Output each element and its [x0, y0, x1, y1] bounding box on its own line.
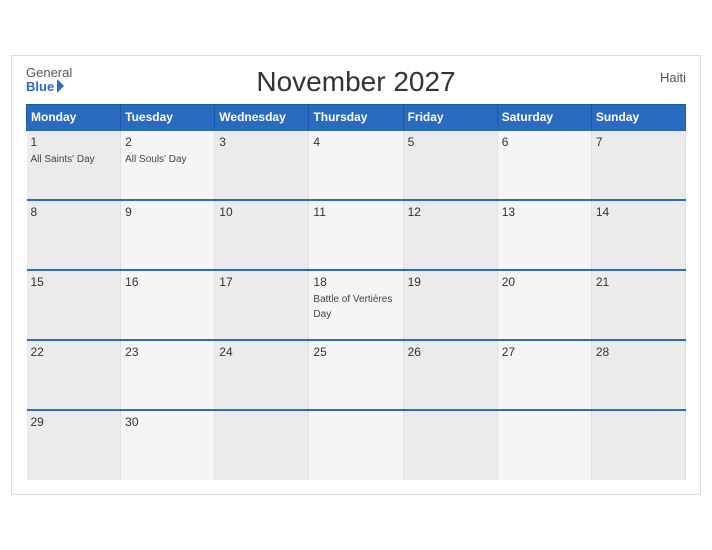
col-friday: Friday — [403, 105, 497, 131]
calendar-header: General Blue November 2027 Haiti — [26, 66, 686, 98]
calendar-day-cell: 12 — [403, 200, 497, 270]
logo-triangle-icon — [57, 79, 64, 93]
calendar-week-row: 1 All Saints' Day 2 All Souls' Day 34567 — [27, 130, 686, 200]
col-thursday: Thursday — [309, 105, 403, 131]
day-number: 8 — [31, 205, 117, 219]
calendar-day-cell: 29 — [27, 410, 121, 480]
calendar-day-cell — [309, 410, 403, 480]
day-number: 22 — [31, 345, 117, 359]
day-number: 12 — [408, 205, 493, 219]
logo-general-text: General — [26, 66, 72, 80]
day-number: 14 — [596, 205, 681, 219]
calendar-day-cell: 8 — [27, 200, 121, 270]
calendar-week-row: 15 16 17 18 Battle of Vertières Day 19 20 21 — [27, 270, 686, 340]
calendar-day-cell: 26 — [403, 340, 497, 410]
calendar-day-cell: 11 — [309, 200, 403, 270]
day-number: 3 — [219, 135, 304, 149]
logo-area: General Blue — [26, 66, 72, 95]
calendar-day-cell: 14 — [591, 200, 685, 270]
logo-blue-text: Blue — [26, 80, 64, 94]
day-number: 16 — [125, 275, 210, 289]
day-number: 4 — [313, 135, 398, 149]
holiday-label: All Souls' Day — [125, 154, 186, 165]
calendar-day-cell: 13 — [497, 200, 591, 270]
holiday-label: All Saints' Day — [31, 154, 95, 165]
calendar-day-cell: 2 All Souls' Day — [121, 130, 215, 200]
calendar-day-cell: 25 — [309, 340, 403, 410]
calendar-day-cell — [403, 410, 497, 480]
day-number: 1 — [31, 135, 117, 149]
column-header-row: Monday Tuesday Wednesday Thursday Friday… — [27, 105, 686, 131]
calendar-day-cell: 5 — [403, 130, 497, 200]
calendar-day-cell: 28 — [591, 340, 685, 410]
col-wednesday: Wednesday — [215, 105, 309, 131]
calendar-day-cell: 24 — [215, 340, 309, 410]
calendar-day-cell: 16 — [121, 270, 215, 340]
day-number: 10 — [219, 205, 304, 219]
calendar-day-cell: 22 — [27, 340, 121, 410]
day-number: 6 — [502, 135, 587, 149]
calendar-day-cell: 4 — [309, 130, 403, 200]
day-number: 20 — [502, 275, 587, 289]
calendar-day-cell: 21 — [591, 270, 685, 340]
calendar-day-cell: 7 — [591, 130, 685, 200]
calendar-day-cell: 9 — [121, 200, 215, 270]
col-saturday: Saturday — [497, 105, 591, 131]
day-number: 28 — [596, 345, 681, 359]
calendar-day-cell: 23 — [121, 340, 215, 410]
calendar-day-cell: 6 — [497, 130, 591, 200]
day-number: 13 — [502, 205, 587, 219]
day-number: 18 — [313, 275, 398, 289]
calendar-week-row: 22 23 24 25 26 27 28 — [27, 340, 686, 410]
calendar-day-cell: 17 — [215, 270, 309, 340]
day-number: 7 — [596, 135, 681, 149]
calendar-day-cell: 3 — [215, 130, 309, 200]
day-number: 9 — [125, 205, 210, 219]
day-number: 5 — [408, 135, 493, 149]
calendar-container: General Blue November 2027 Haiti Monday … — [11, 55, 701, 495]
day-number: 19 — [408, 275, 493, 289]
calendar-day-cell — [591, 410, 685, 480]
day-number: 24 — [219, 345, 304, 359]
day-number: 21 — [596, 275, 681, 289]
day-number: 2 — [125, 135, 210, 149]
calendar-day-cell: 15 — [27, 270, 121, 340]
day-number: 15 — [31, 275, 117, 289]
day-number: 30 — [125, 415, 210, 429]
calendar-day-cell: 18 Battle of Vertières Day — [309, 270, 403, 340]
calendar-week-row: 89 10 11 12 13 14 — [27, 200, 686, 270]
country-label: Haiti — [660, 70, 686, 85]
day-number: 25 — [313, 345, 398, 359]
calendar-day-cell: 27 — [497, 340, 591, 410]
col-sunday: Sunday — [591, 105, 685, 131]
calendar-week-row: 29 30 — [27, 410, 686, 480]
day-number: 17 — [219, 275, 304, 289]
day-number: 27 — [502, 345, 587, 359]
calendar-day-cell: 19 — [403, 270, 497, 340]
holiday-label: Battle of Vertières Day — [313, 294, 392, 320]
calendar-day-cell — [215, 410, 309, 480]
calendar-title: November 2027 — [256, 66, 455, 98]
day-number: 23 — [125, 345, 210, 359]
calendar-day-cell: 30 — [121, 410, 215, 480]
calendar-day-cell: 20 — [497, 270, 591, 340]
day-number: 26 — [408, 345, 493, 359]
calendar-day-cell — [497, 410, 591, 480]
calendar-day-cell: 10 — [215, 200, 309, 270]
col-tuesday: Tuesday — [121, 105, 215, 131]
col-monday: Monday — [27, 105, 121, 131]
day-number: 11 — [313, 205, 398, 219]
calendar-table: Monday Tuesday Wednesday Thursday Friday… — [26, 104, 686, 480]
day-number: 29 — [31, 415, 117, 429]
calendar-day-cell: 1 All Saints' Day — [27, 130, 121, 200]
